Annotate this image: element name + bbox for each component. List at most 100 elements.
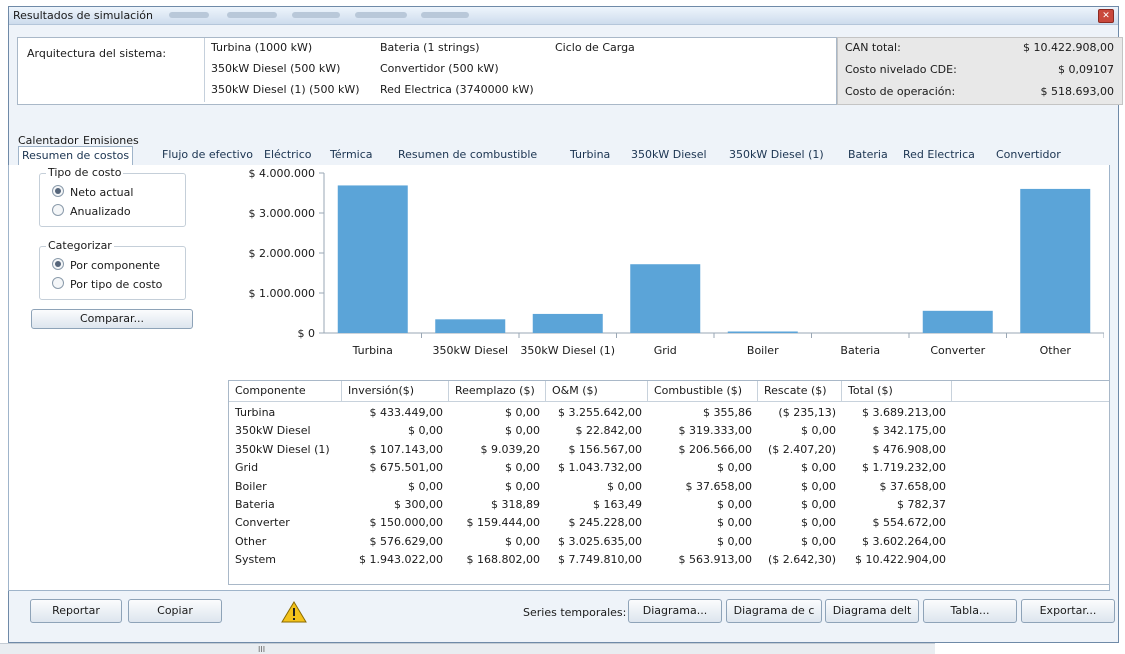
table-row[interactable]: Other$ 576.629,00$ 0,00$ 3.025.635,00$ 0…	[229, 533, 1109, 551]
table-cell: $ 0,00	[758, 422, 836, 440]
tab-350kw-diesel-1[interactable]: 350kW Diesel (1)	[729, 146, 824, 164]
column-header[interactable]: Inversión($)	[342, 381, 449, 401]
column-header[interactable]: Rescate ($)	[758, 381, 842, 401]
radio-label: Anualizado	[70, 205, 131, 218]
column-header[interactable]: Total ($)	[842, 381, 952, 401]
npc-value: $ 10.422.908,00	[1023, 41, 1114, 54]
radio-label: Por componente	[70, 259, 160, 272]
x-tick-label: Converter	[930, 344, 985, 357]
table-cell: Other	[235, 533, 266, 551]
chart-bar	[923, 311, 993, 333]
y-tick-label: $ 3.000.000	[249, 207, 315, 220]
architecture-item: Bateria (1 strings)	[380, 41, 480, 54]
blurred-title-text	[421, 12, 469, 18]
table-row[interactable]: System$ 1.943.022,00$ 168.802,00$ 7.749.…	[229, 551, 1109, 569]
tab-flujo-efectivo[interactable]: Flujo de efectivo	[162, 146, 253, 164]
tab-resumen-costos[interactable]: Resumen de costos	[18, 146, 133, 166]
radio-label: Neto actual	[70, 186, 133, 199]
tab-termica[interactable]: Térmica	[330, 146, 373, 164]
table-cell: $ 0,00	[546, 478, 642, 496]
tab-electrico[interactable]: Eléctrico	[264, 146, 312, 164]
table-cell: $ 0,00	[342, 478, 443, 496]
cost-type-group: Tipo de costo Neto actual Anualizado	[39, 173, 186, 227]
table-button[interactable]: Tabla...	[923, 599, 1017, 623]
architecture-label: Arquitectura del sistema:	[27, 47, 166, 60]
operating-cost-value: $ 518.693,00	[1041, 85, 1114, 98]
table-cell: $ 3.255.642,00	[546, 404, 642, 422]
diagram-c-button[interactable]: Diagrama de c	[726, 599, 822, 623]
compare-button[interactable]: Comparar...	[31, 309, 193, 329]
table-row[interactable]: 350kW Diesel$ 0,00$ 0,00$ 22.842,00$ 319…	[229, 422, 1109, 440]
table-cell: $ 3.602.264,00	[842, 533, 946, 551]
architecture-box: Arquitectura del sistema: Turbina (1000 …	[17, 37, 837, 105]
x-tick-label: 350kW Diesel	[432, 344, 508, 357]
x-tick-label: Turbina	[352, 344, 393, 357]
operating-cost-label: Costo de operación:	[845, 85, 955, 98]
radio-selected-icon	[52, 258, 64, 270]
table-row[interactable]: Grid$ 675.501,00$ 0,00$ 1.043.732,00$ 0,…	[229, 459, 1109, 477]
x-tick-label: Bateria	[840, 344, 880, 357]
warning-icon[interactable]	[281, 600, 307, 624]
cost-type-legend: Tipo de costo	[46, 166, 123, 179]
table-cell: $ 150.000,00	[342, 514, 443, 532]
table-cell: $ 319.333,00	[648, 422, 752, 440]
tab-350kw-diesel[interactable]: 350kW Diesel	[631, 146, 707, 164]
tab-bateria[interactable]: Bateria	[848, 146, 888, 164]
table-cell: $ 433.449,00	[342, 404, 443, 422]
tab-resumen-combustible[interactable]: Resumen de combustible	[398, 146, 537, 164]
column-header[interactable]: Combustible ($)	[648, 381, 758, 401]
table-row[interactable]: Boiler$ 0,00$ 0,00$ 0,00$ 37.658,00$ 0,0…	[229, 478, 1109, 496]
radio-selected-icon	[52, 185, 64, 197]
table-cell: $ 1.043.732,00	[546, 459, 642, 477]
chart-bar	[435, 319, 505, 333]
tab-turbina[interactable]: Turbina	[570, 146, 610, 164]
cost-table: ComponenteInversión($)Reemplazo ($)O&M (…	[228, 380, 1110, 585]
table-cell: $ 0,00	[758, 496, 836, 514]
column-header[interactable]: O&M ($)	[546, 381, 648, 401]
radio-anualizado[interactable]: Anualizado	[52, 204, 131, 218]
column-header[interactable]: Componente	[229, 381, 342, 401]
table-cell: $ 10.422.904,00	[842, 551, 946, 569]
table-cell: $ 1.943.022,00	[342, 551, 443, 569]
table-cell: $ 0,00	[648, 459, 752, 477]
table-cell: $ 37.658,00	[648, 478, 752, 496]
table-cell: $ 3.689.213,00	[842, 404, 946, 422]
table-row[interactable]: Turbina$ 433.449,00$ 0,00$ 3.255.642,00$…	[229, 404, 1109, 422]
table-cell: $ 0,00	[648, 496, 752, 514]
table-cell: $ 3.025.635,00	[546, 533, 642, 551]
close-icon[interactable]: ✕	[1098, 9, 1114, 23]
architecture-item: 350kW Diesel (1) (500 kW)	[211, 83, 359, 96]
tab-red-electrica[interactable]: Red Electrica	[903, 146, 975, 164]
table-row[interactable]: Bateria$ 300,00$ 318,89$ 163,49$ 0,00$ 0…	[229, 496, 1109, 514]
horizontal-scrollbar[interactable]: III	[0, 643, 935, 654]
radio-por-tipo-costo[interactable]: Por tipo de costo	[52, 277, 162, 291]
table-cell: ($ 2.642,30)	[758, 551, 836, 569]
table-cell: 350kW Diesel (1)	[235, 441, 330, 459]
table-header: ComponenteInversión($)Reemplazo ($)O&M (…	[229, 381, 1109, 402]
window-title: Resultados de simulación	[13, 9, 153, 22]
result-tabs: Resumen de costos Flujo de efectivo Eléc…	[8, 146, 1108, 166]
table-cell: $ 0,00	[758, 478, 836, 496]
chart-bar	[630, 264, 700, 333]
column-header[interactable]: Reemplazo ($)	[449, 381, 546, 401]
copy-button[interactable]: Copiar	[128, 599, 222, 623]
divider	[204, 38, 205, 102]
diagram-button[interactable]: Diagrama...	[628, 599, 722, 623]
categorize-group: Categorizar Por componente Por tipo de c…	[39, 246, 186, 300]
table-cell: $ 107.143,00	[342, 441, 443, 459]
report-button[interactable]: Reportar	[30, 599, 122, 623]
export-button[interactable]: Exportar...	[1021, 599, 1115, 623]
table-row[interactable]: 350kW Diesel (1)$ 107.143,00$ 9.039,20$ …	[229, 441, 1109, 459]
chart-bar	[533, 314, 603, 333]
table-cell: $ 0,00	[648, 533, 752, 551]
radio-por-componente[interactable]: Por componente	[52, 258, 160, 272]
time-series-label: Series temporales:	[523, 606, 626, 619]
npc-label: CAN total:	[845, 41, 901, 54]
diagram-delt-button[interactable]: Diagrama delt	[825, 599, 919, 623]
table-cell: $ 0,00	[449, 478, 540, 496]
radio-neto-actual[interactable]: Neto actual	[52, 185, 133, 199]
table-cell: $ 318,89	[449, 496, 540, 514]
tab-convertidor[interactable]: Convertidor	[996, 146, 1061, 164]
title-bar: Resultados de simulación ✕	[9, 7, 1118, 25]
table-row[interactable]: Converter$ 150.000,00$ 159.444,00$ 245.2…	[229, 514, 1109, 532]
